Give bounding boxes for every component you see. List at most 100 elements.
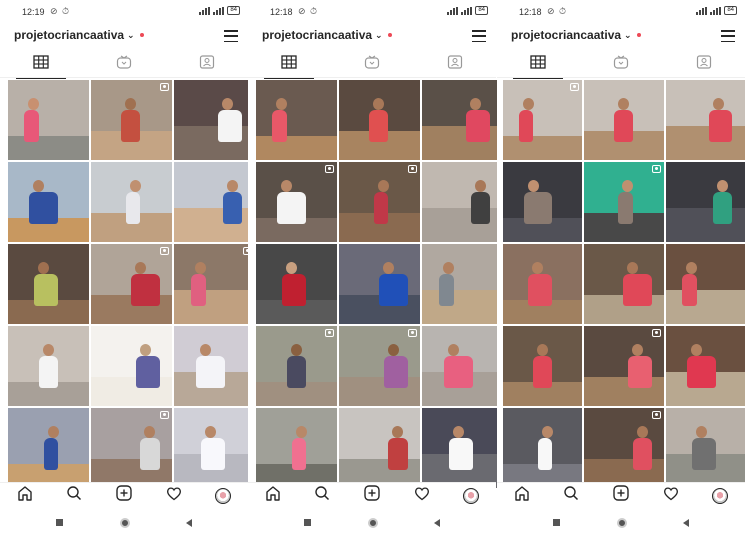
post-thumbnail[interactable] — [422, 326, 503, 406]
post-thumbnail[interactable] — [91, 80, 172, 160]
back-button[interactable] — [682, 518, 689, 527]
account-switcher[interactable]: projetocriancaativa ⌄ — [262, 28, 392, 42]
account-switcher[interactable]: projetocriancaativa ⌄ — [511, 28, 641, 42]
post-thumbnail[interactable] — [339, 244, 420, 324]
post-thumbnail[interactable] — [665, 326, 745, 406]
nav-profile[interactable] — [705, 483, 735, 509]
thumbnail-person — [687, 356, 716, 389]
add-post-icon — [613, 485, 629, 506]
thumbnail-head — [537, 344, 549, 357]
post-thumbnail[interactable] — [422, 162, 503, 242]
nav-home[interactable] — [258, 483, 288, 509]
tab-igtv[interactable] — [337, 52, 407, 78]
post-thumbnail[interactable] — [503, 326, 583, 406]
thumbnail-floor — [422, 208, 503, 242]
nav-activity[interactable] — [159, 483, 189, 509]
hamburger-menu-icon[interactable] — [721, 30, 735, 42]
post-thumbnail[interactable] — [8, 80, 89, 160]
post-thumbnail[interactable] — [339, 408, 420, 488]
thumbnail-floor — [584, 377, 664, 406]
nav-home[interactable] — [507, 483, 537, 509]
post-thumbnail[interactable] — [174, 80, 255, 160]
account-switcher[interactable]: projetocriancaativa ⌄ — [14, 28, 144, 42]
post-thumbnail[interactable] — [174, 326, 255, 406]
post-thumbnail[interactable] — [339, 162, 420, 242]
post-thumbnail[interactable] — [174, 408, 255, 488]
tab-posts-grid[interactable] — [6, 52, 76, 79]
nav-search[interactable] — [556, 483, 586, 509]
home-button[interactable] — [367, 517, 378, 528]
tab-tagged[interactable] — [669, 52, 739, 78]
post-thumbnail[interactable] — [256, 408, 337, 488]
home-button[interactable] — [119, 517, 130, 528]
post-thumbnail[interactable] — [665, 80, 745, 160]
post-thumbnail[interactable] — [91, 162, 172, 242]
post-thumbnail[interactable] — [584, 80, 664, 160]
post-thumbnail[interactable] — [8, 408, 89, 488]
status-notification-icons: ⊘ ⏱ — [547, 6, 568, 16]
hamburger-menu-icon[interactable] — [472, 30, 486, 42]
post-thumbnail[interactable] — [665, 162, 745, 242]
thumbnail-person — [125, 192, 141, 225]
tab-posts-grid[interactable] — [254, 52, 324, 79]
home-icon — [513, 485, 531, 506]
nav-new-post[interactable] — [357, 483, 387, 509]
post-thumbnail[interactable] — [665, 244, 745, 324]
post-thumbnail[interactable] — [8, 244, 89, 324]
post-thumbnail[interactable] — [503, 80, 583, 160]
thumbnail-person — [281, 274, 307, 307]
post-thumbnail[interactable] — [422, 244, 503, 324]
profile-header: projetocriancaativa ⌄ — [497, 24, 745, 48]
status-time: 12:18 — [519, 7, 542, 17]
post-thumbnail[interactable] — [503, 162, 583, 242]
nav-activity[interactable] — [656, 483, 686, 509]
tab-igtv[interactable] — [586, 52, 656, 78]
nav-new-post[interactable] — [109, 483, 139, 509]
recents-button[interactable] — [553, 519, 561, 526]
post-thumbnail[interactable] — [91, 326, 172, 406]
recents-button[interactable] — [304, 519, 312, 526]
nav-home[interactable] — [10, 483, 40, 509]
status-bar: 12:18 ⊘ ⏱ 84 — [497, 0, 745, 22]
post-thumbnail[interactable] — [584, 408, 664, 488]
tab-posts-grid[interactable] — [503, 52, 573, 79]
nav-profile[interactable] — [208, 483, 238, 509]
post-thumbnail[interactable] — [339, 80, 420, 160]
post-thumbnail[interactable] — [503, 408, 583, 488]
post-thumbnail[interactable] — [339, 326, 420, 406]
hamburger-menu-icon[interactable] — [224, 30, 238, 42]
tab-igtv[interactable] — [89, 52, 159, 78]
post-thumbnail[interactable] — [256, 244, 337, 324]
post-thumbnail[interactable] — [584, 244, 664, 324]
back-button[interactable] — [185, 518, 192, 527]
nav-search[interactable] — [307, 483, 337, 509]
post-thumbnail[interactable] — [8, 162, 89, 242]
home-button[interactable] — [616, 517, 627, 528]
thumbnail-head — [717, 180, 729, 193]
tab-tagged[interactable] — [420, 52, 490, 78]
post-thumbnail[interactable] — [422, 80, 503, 160]
post-thumbnail[interactable] — [8, 326, 89, 406]
post-thumbnail[interactable] — [422, 408, 503, 488]
nav-search[interactable] — [59, 483, 89, 509]
post-thumbnail[interactable] — [91, 408, 172, 488]
post-thumbnail[interactable] — [174, 162, 255, 242]
post-thumbnail[interactable] — [256, 162, 337, 242]
nav-profile[interactable] — [456, 483, 486, 509]
post-thumbnail[interactable] — [256, 326, 337, 406]
post-thumbnail[interactable] — [256, 80, 337, 160]
status-right: 84 — [696, 6, 737, 15]
post-thumbnail[interactable] — [91, 244, 172, 324]
tab-tagged[interactable] — [172, 52, 242, 78]
recents-button[interactable] — [56, 519, 64, 526]
nav-new-post[interactable] — [606, 483, 636, 509]
thumbnail-person — [632, 438, 652, 471]
nav-activity[interactable] — [407, 483, 437, 509]
post-thumbnail[interactable] — [174, 244, 255, 324]
post-thumbnail[interactable] — [584, 326, 664, 406]
post-thumbnail[interactable] — [665, 408, 745, 488]
post-thumbnail[interactable] — [584, 162, 664, 242]
video-icon — [325, 329, 334, 337]
back-button[interactable] — [433, 518, 440, 527]
post-thumbnail[interactable] — [503, 244, 583, 324]
